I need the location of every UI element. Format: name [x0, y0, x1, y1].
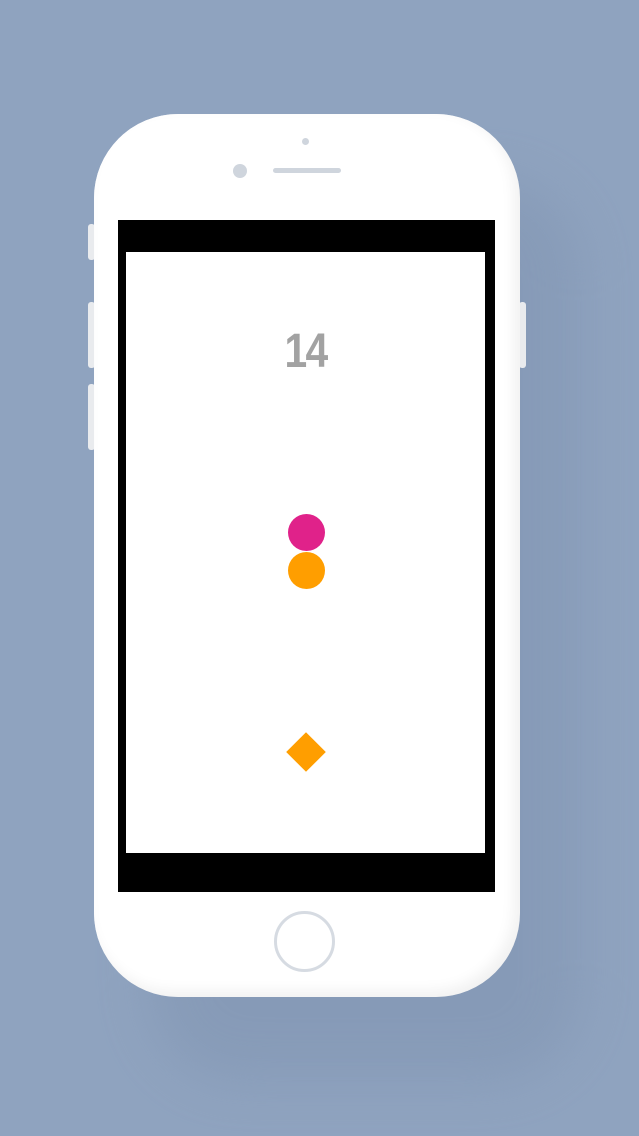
orange-diamond-obstacle — [286, 732, 326, 772]
front-camera-icon — [233, 164, 247, 178]
orange-ball — [288, 552, 325, 589]
home-button[interactable] — [274, 911, 335, 972]
proximity-sensor — [302, 138, 309, 145]
phone-frame: 14 — [94, 114, 520, 997]
power-button — [519, 302, 526, 368]
earpiece-speaker — [273, 168, 341, 173]
pink-ball — [288, 514, 325, 551]
screen-bezel: 14 — [118, 220, 495, 892]
game-screen[interactable]: 14 — [126, 252, 485, 853]
score-counter: 14 — [284, 325, 329, 378]
